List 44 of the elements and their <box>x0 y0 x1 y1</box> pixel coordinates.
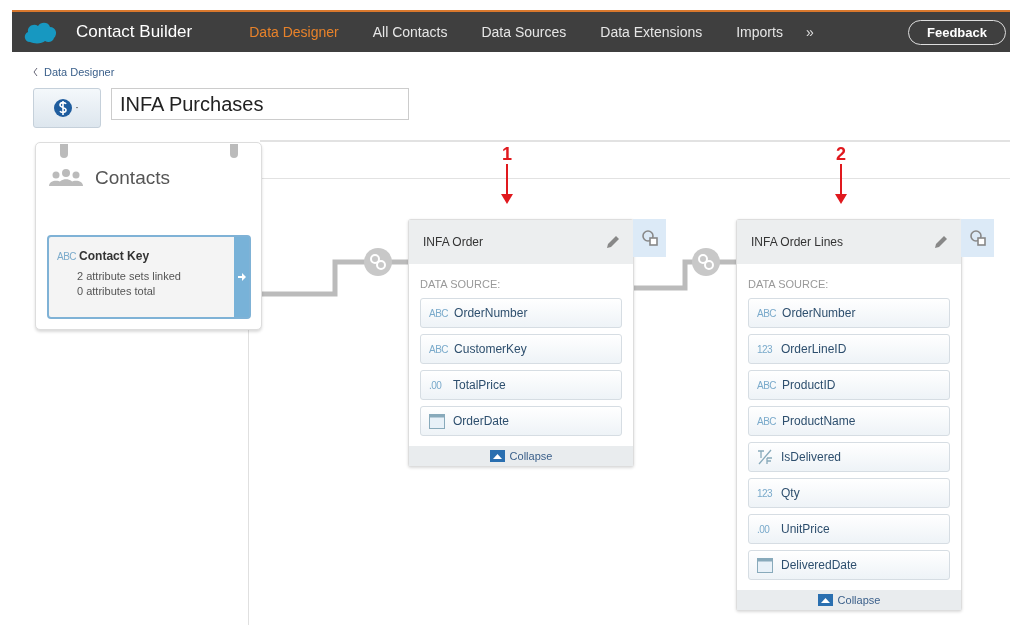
type-label: 123 <box>757 343 774 355</box>
app-title: Contact Builder <box>76 22 193 42</box>
attribute-field[interactable]: DeliveredDate <box>748 550 950 580</box>
section-label: DATA SOURCE: <box>420 278 502 290</box>
attribute-field[interactable]: OrderDate <box>420 406 622 436</box>
section-label: DATA SOURCE: <box>748 278 830 290</box>
type-label: 123 <box>757 487 774 499</box>
key-info-text: 2 attribute sets linked <box>77 269 182 284</box>
attribute-field[interactable]: 123 Qty <box>748 478 950 508</box>
attribute-field[interactable]: ABC ProductName <box>748 406 950 436</box>
nav-tab[interactable]: Imports <box>719 24 800 40</box>
annotation-number: 2 <box>836 144 846 164</box>
type-label: ABC <box>757 379 777 391</box>
attribute-field[interactable]: ABC ProductID <box>748 370 950 400</box>
type-label: ABC <box>429 343 449 355</box>
contact-key-panel[interactable]: ABC Contact Key 2 attribute sets linked 0 attributes total <box>47 235 251 319</box>
attribute-field[interactable]: ABC CustomerKey <box>420 334 622 364</box>
key-name: Contact Key <box>79 249 150 263</box>
nav-tab[interactable]: All Contacts <box>355 24 465 40</box>
type-label: ABC <box>757 415 777 427</box>
type-label: ABC <box>429 307 449 319</box>
name-field[interactable]: INFA Purchases <box>111 88 409 120</box>
annotation-number: 1 <box>502 144 512 164</box>
attribute-field[interactable]: .00 TotalPrice <box>420 370 622 400</box>
card-title: INFA Order <box>423 235 484 249</box>
nav-tab[interactable]: Data Designer <box>232 24 356 40</box>
collapse-button[interactable]: Collapse <box>409 446 633 466</box>
type-label: .00 <box>429 379 443 391</box>
type-label: ABC <box>757 307 777 319</box>
nav-tab[interactable]: Data Extensions <box>583 24 720 40</box>
key-info-text: 0 attributes total <box>77 284 157 299</box>
nav-tab[interactable]: Data Sources <box>464 24 584 40</box>
collapse-button[interactable]: Collapse <box>737 590 961 610</box>
breadcrumb-link[interactable]: Data Designer <box>33 66 115 78</box>
attribute-field[interactable]: 123 OrderLineID <box>748 334 950 364</box>
attribute-field[interactable]: IsDelivered <box>748 442 950 472</box>
attribute-field[interactable]: .00 UnitPrice <box>748 514 950 544</box>
attribute-field[interactable]: ABC OrderNumber <box>748 298 950 328</box>
more-tabs-button[interactable]: » <box>799 24 820 40</box>
card-title: Contacts <box>95 167 170 189</box>
type-label: .00 <box>757 523 771 535</box>
attribute-field[interactable]: ABC OrderNumber <box>420 298 622 328</box>
card-title: INFA Order Lines <box>751 235 844 249</box>
type-label: ABC <box>57 250 77 262</box>
